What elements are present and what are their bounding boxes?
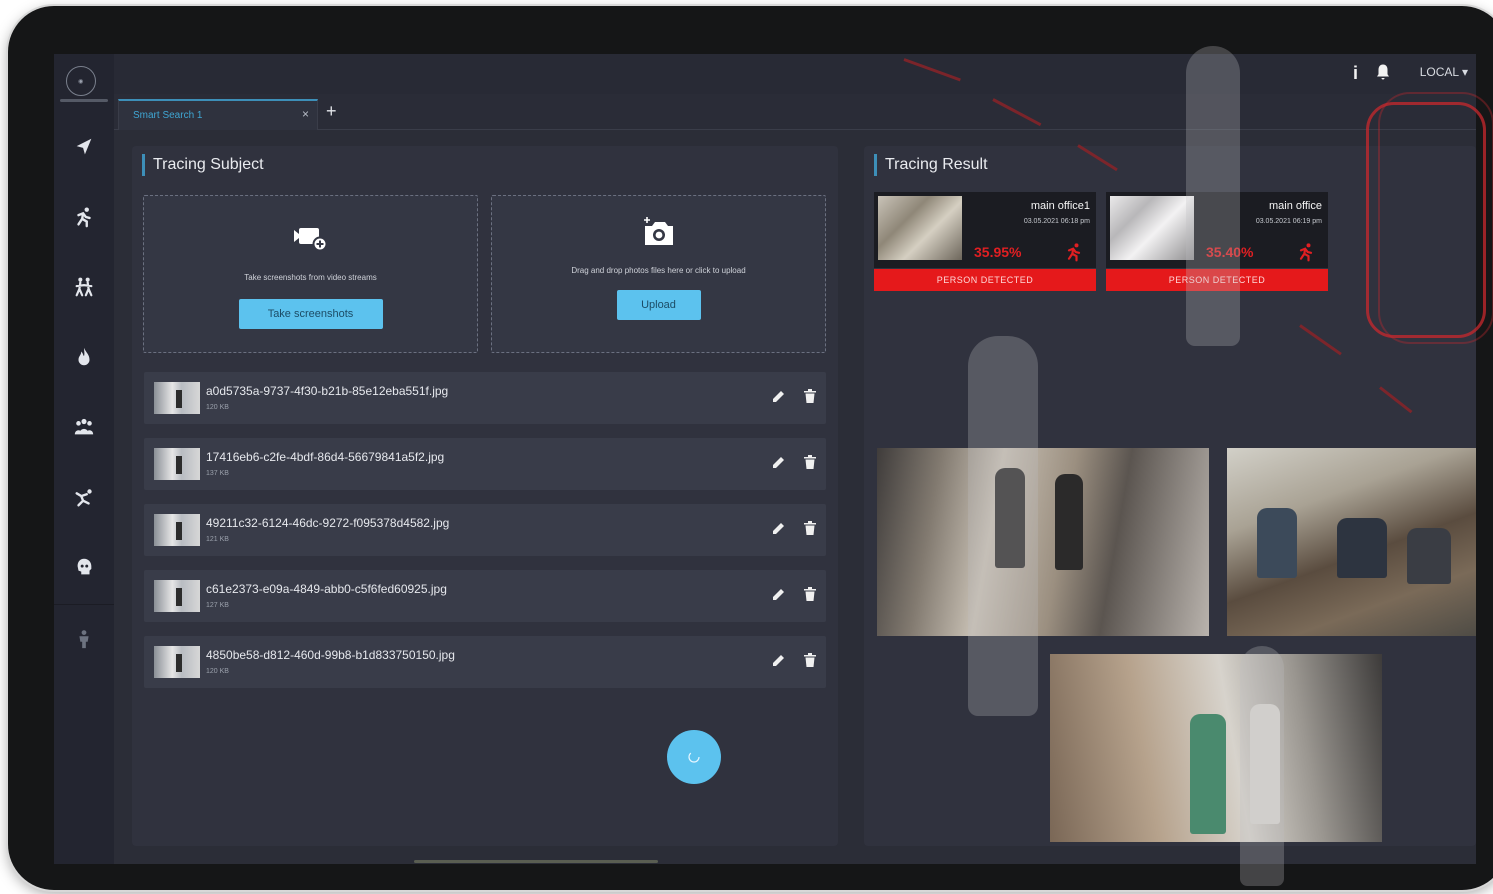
horizontal-scrollbar[interactable] bbox=[414, 860, 658, 863]
people-walking-icon bbox=[75, 277, 93, 297]
add-tab-button[interactable]: + bbox=[326, 101, 337, 122]
trash-icon[interactable] bbox=[804, 455, 816, 469]
edit-pencil-icon[interactable] bbox=[772, 653, 786, 667]
info-icon[interactable]: i bbox=[1353, 63, 1358, 84]
screenshot-hint: Take screenshots from video streams bbox=[244, 273, 377, 282]
file-row[interactable]: 4850be58-d812-460d-99b8-b1d833750150.jpg… bbox=[144, 636, 826, 688]
file-name: 4850be58-d812-460d-99b8-b1d833750150.jpg bbox=[206, 648, 455, 662]
decor-frame bbox=[1378, 92, 1493, 344]
camera-feed-office[interactable] bbox=[1227, 448, 1476, 636]
close-icon[interactable]: × bbox=[302, 107, 309, 121]
sidebar-item-smart-search[interactable] bbox=[54, 614, 114, 664]
file-size: 137 KB bbox=[206, 470, 229, 477]
detection-confidence: 35.95% bbox=[974, 244, 1022, 260]
flame-icon bbox=[78, 347, 90, 366]
file-name: c61e2373-e09a-4849-abb0-c5f6fed60925.jpg bbox=[206, 582, 447, 596]
person-figure bbox=[1337, 518, 1387, 578]
running-person-icon bbox=[1067, 243, 1081, 262]
edit-pencil-icon[interactable] bbox=[772, 587, 786, 601]
file-size: 127 KB bbox=[206, 602, 229, 609]
trash-icon[interactable] bbox=[804, 389, 816, 403]
loading-spinner-icon bbox=[688, 751, 700, 763]
camera-feed-corridor[interactable] bbox=[877, 448, 1209, 636]
sidebar-item-alerts[interactable] bbox=[54, 122, 114, 172]
trash-icon[interactable] bbox=[804, 653, 816, 667]
panel-title: Tracing Result bbox=[874, 154, 988, 176]
person-figure bbox=[1257, 508, 1297, 578]
site-selector[interactable]: LOCAL ▾ bbox=[1420, 65, 1468, 79]
tablet-frame: ◉ i LOCAL ▾ Smart Search 1 × + Tracing S… bbox=[8, 6, 1493, 890]
person-figure bbox=[1055, 474, 1083, 570]
running-person-icon bbox=[77, 207, 91, 228]
file-row[interactable]: c61e2373-e09a-4849-abb0-c5f6fed60925.jpg… bbox=[144, 570, 826, 622]
person-figure bbox=[1190, 714, 1226, 834]
sidebar-item-motion[interactable] bbox=[54, 192, 114, 242]
file-thumbnail bbox=[154, 382, 200, 414]
file-thumbnail bbox=[154, 646, 200, 678]
detection-thumbnail bbox=[878, 196, 962, 260]
detection-date: 03.05.2021 06:19 pm bbox=[1255, 218, 1322, 225]
running-person-icon bbox=[1299, 243, 1313, 262]
sidebar-item-face[interactable] bbox=[54, 542, 114, 592]
tab-smart-search-1[interactable]: Smart Search 1 × bbox=[118, 99, 318, 130]
group-icon bbox=[74, 418, 94, 435]
sidebar-divider bbox=[54, 604, 114, 605]
detection-location: main office1 bbox=[1030, 200, 1090, 212]
file-name: 17416eb6-c2fe-4bdf-86d4-56679841a5f2.jpg bbox=[206, 450, 445, 464]
video-camera-add-icon bbox=[293, 228, 327, 252]
face-scan-icon bbox=[77, 558, 92, 575]
detection-location: main office bbox=[1269, 200, 1322, 212]
file-thumbnail bbox=[154, 514, 200, 546]
detection-card-body: main office1 03.05.2021 06:18 pm 35.95% bbox=[874, 192, 1096, 268]
person-search-icon bbox=[79, 630, 89, 649]
file-row[interactable]: 17416eb6-c2fe-4bdf-86d4-56679841a5f2.jpg… bbox=[144, 438, 826, 490]
sidebar-item-fire[interactable] bbox=[54, 332, 114, 382]
brand-logo-underline bbox=[60, 99, 108, 102]
file-row[interactable]: 49211c32-6124-46dc-9272-f095378d4582.jpg… bbox=[144, 504, 826, 556]
tracing-subject-panel: Tracing Subject Take screenshots from vi… bbox=[132, 146, 838, 846]
file-name: 49211c32-6124-46dc-9272-f095378d4582.jpg bbox=[206, 516, 450, 530]
screenshot-drop-box[interactable]: Take screenshots from video streams Take… bbox=[143, 195, 478, 353]
trash-icon[interactable] bbox=[804, 521, 816, 535]
upload-button[interactable]: Upload bbox=[616, 290, 701, 320]
trash-icon[interactable] bbox=[804, 587, 816, 601]
file-size: 120 KB bbox=[206, 404, 229, 411]
search-fab-button[interactable] bbox=[667, 730, 721, 784]
take-screenshots-button[interactable]: Take screenshots bbox=[238, 299, 383, 329]
brand-logo: ◉ bbox=[66, 66, 96, 96]
file-size: 121 KB bbox=[206, 536, 229, 543]
detection-date: 03.05.2021 06:18 pm bbox=[1023, 218, 1090, 225]
falling-person-icon bbox=[75, 489, 92, 507]
person-figure bbox=[1407, 528, 1451, 584]
tab-bar: Smart Search 1 × + bbox=[114, 94, 1476, 130]
person-detected-banner: PERSON DETECTED bbox=[874, 269, 1096, 291]
pointer-arrow-icon bbox=[76, 138, 92, 155]
sidebar-item-fall[interactable] bbox=[54, 472, 114, 522]
detection-thumbnail bbox=[1110, 196, 1194, 260]
camera-add-icon bbox=[643, 217, 673, 245]
file-size: 120 KB bbox=[206, 668, 229, 675]
edit-pencil-icon[interactable] bbox=[772, 455, 786, 469]
camera-feed-room[interactable] bbox=[1050, 654, 1382, 842]
file-thumbnail bbox=[154, 448, 200, 480]
sidebar-item-crowd[interactable] bbox=[54, 402, 114, 452]
person-silhouette bbox=[1240, 646, 1284, 886]
panel-title: Tracing Subject bbox=[142, 154, 264, 176]
detection-card[interactable]: main office1 03.05.2021 06:18 pm 35.95% … bbox=[874, 192, 1100, 298]
top-bar: i LOCAL ▾ bbox=[114, 54, 1476, 94]
person-silhouette bbox=[1186, 46, 1240, 346]
person-silhouette bbox=[968, 336, 1038, 716]
upload-drop-box[interactable]: Drag and drop photos files here or click… bbox=[491, 195, 826, 353]
sidebar-item-tracking[interactable] bbox=[54, 262, 114, 312]
sidebar: ◉ bbox=[54, 54, 114, 864]
upload-hint: Drag and drop photos files here or click… bbox=[571, 266, 746, 275]
edit-pencil-icon[interactable] bbox=[772, 521, 786, 535]
file-row[interactable]: a0d5735a-9737-4f30-b21b-85e12eba551f.jpg… bbox=[144, 372, 826, 424]
tab-label: Smart Search 1 bbox=[133, 110, 203, 121]
file-name: a0d5735a-9737-4f30-b21b-85e12eba551f.jpg bbox=[206, 384, 449, 398]
bell-icon[interactable] bbox=[1374, 63, 1392, 81]
edit-pencil-icon[interactable] bbox=[772, 389, 786, 403]
file-thumbnail bbox=[154, 580, 200, 612]
